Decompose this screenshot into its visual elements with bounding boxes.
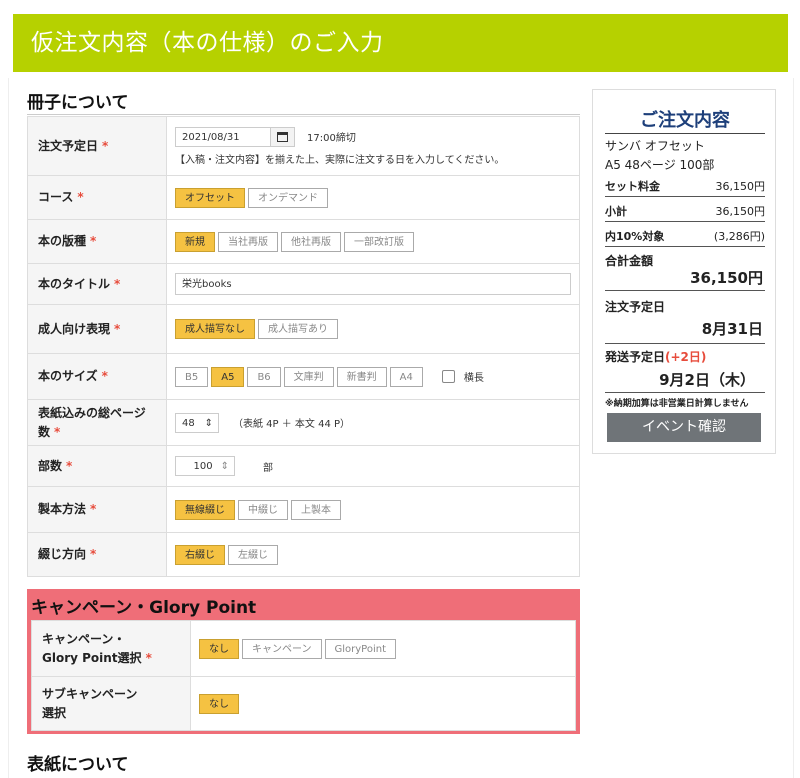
event-check-button[interactable]: イベント確認 bbox=[607, 413, 761, 442]
campaign-table: キャンペーン・ Glory Point選択 * なし キャンペーン GloryPo… bbox=[31, 620, 576, 731]
order-summary-title: ご注文内容 bbox=[605, 106, 765, 134]
campaign-option-campaign[interactable]: キャンペーン bbox=[242, 638, 322, 659]
direction-option-right[interactable]: 右綴じ bbox=[175, 544, 225, 565]
summary-spec: A5 48ページ 100部 bbox=[605, 158, 715, 172]
label-course: コース * bbox=[27, 175, 167, 220]
edition-option-reprint[interactable]: 当社再版 bbox=[218, 231, 278, 252]
section-title-cover: 表紙について bbox=[27, 755, 129, 775]
stepper-icon: ⇕ bbox=[220, 461, 229, 472]
summary-set-price-row: セット料金 36,150円 bbox=[605, 178, 765, 197]
label-size: 本のサイズ * bbox=[27, 353, 167, 400]
summary-order-date-value: 8月31日 bbox=[701, 320, 763, 338]
order-date-input[interactable]: 2021/08/31 bbox=[175, 126, 271, 147]
summary-ship-date: 9月2日（木） bbox=[659, 371, 755, 389]
summary-ship-label: 発送予定日(+2日) bbox=[605, 350, 707, 364]
updown-icon: ⇕ bbox=[204, 417, 213, 429]
direction-option-left[interactable]: 左綴じ bbox=[228, 544, 278, 565]
binding-option-perfect[interactable]: 無線綴じ bbox=[175, 499, 235, 520]
size-option-b5[interactable]: B5 bbox=[175, 366, 209, 387]
adult-option-yes[interactable]: 成人描写あり bbox=[258, 319, 338, 339]
page-header: 仮注文内容（本の仕様）のご入力 bbox=[13, 14, 788, 72]
edition-option-revised[interactable]: 一部改訂版 bbox=[344, 231, 414, 252]
size-option-shinsho[interactable]: 新書判 bbox=[336, 366, 387, 387]
label-direction: 綴じ方向 * bbox=[27, 532, 167, 577]
size-option-b6[interactable]: B6 bbox=[247, 366, 281, 387]
campaign-title: キャンペーン・Glory Point bbox=[31, 598, 257, 618]
section-title-booklet: 冊子について bbox=[27, 88, 580, 115]
binding-option-hardcover[interactable]: 上製本 bbox=[291, 499, 341, 520]
campaign-section: キャンペーン・Glory Point キャンペーン・ Glory Point選択… bbox=[27, 589, 580, 734]
size-option-bunko[interactable]: 文庫判 bbox=[283, 366, 334, 387]
calendar-icon bbox=[277, 131, 288, 142]
label-campaign-select: キャンペーン・ Glory Point選択 * bbox=[31, 620, 191, 677]
summary-total-value: 36,150円 bbox=[690, 269, 763, 287]
label-copies: 部数 * bbox=[27, 445, 167, 487]
label-edition: 本の版種 * bbox=[27, 219, 167, 264]
order-summary: ご注文内容 サンバ オフセット A5 48ページ 100部 セット料金 36,15… bbox=[592, 89, 776, 454]
summary-subtotal-row: 小計 36,150円 bbox=[605, 203, 765, 222]
size-option-a5[interactable]: A5 bbox=[211, 366, 245, 387]
size-option-a4[interactable]: A4 bbox=[389, 366, 423, 387]
summary-note: ※納期加算は非営業日計算しません bbox=[605, 399, 749, 409]
landscape-checkbox[interactable] bbox=[441, 370, 455, 383]
label-title: 本のタイトル * bbox=[27, 263, 167, 305]
pages-note: （表紙 4P ＋ 本文 44 P） bbox=[233, 419, 351, 430]
landscape-label: 横長 bbox=[463, 373, 484, 384]
summary-order-date-label: 注文予定日 bbox=[605, 300, 666, 314]
pages-select[interactable]: 48 ⇕ bbox=[175, 412, 219, 433]
label-order-date: 注文予定日 * bbox=[27, 116, 167, 176]
copies-unit: 部 bbox=[263, 462, 273, 474]
label-sub-campaign: サブキャンペーン 選択 bbox=[31, 676, 191, 731]
label-pages: 表紙込みの総ページ数 * bbox=[27, 399, 167, 446]
label-binding: 製本方法 * bbox=[27, 486, 167, 533]
edition-option-new[interactable]: 新規 bbox=[175, 231, 215, 252]
order-date-note: 【入稿・注文内容】を揃えた上、実際に注文する日を入力してください。 bbox=[175, 154, 505, 166]
deadline-text: 17:00締切 bbox=[307, 133, 356, 144]
campaign-option-glorypoint[interactable]: GloryPoint bbox=[324, 638, 397, 659]
summary-tax-row: 内10%対象 (3,286円) bbox=[605, 228, 765, 247]
label-adult: 成人向け表現 * bbox=[27, 304, 167, 354]
edition-option-other-reprint[interactable]: 他社再版 bbox=[281, 231, 341, 252]
calendar-button[interactable] bbox=[271, 126, 295, 147]
course-option-ondemand[interactable]: オンデマンド bbox=[248, 187, 328, 208]
summary-product: サンバ オフセット bbox=[605, 139, 705, 153]
sub-campaign-option-none[interactable]: なし bbox=[199, 693, 239, 714]
booklet-form: 注文予定日 * 2021/08/31 17:00締切 【入稿・注文内容】を揃えた上… bbox=[27, 116, 580, 577]
binding-option-saddle[interactable]: 中綴じ bbox=[238, 499, 288, 520]
summary-total-label: 合計金額 bbox=[605, 254, 654, 268]
campaign-option-none[interactable]: なし bbox=[199, 638, 239, 659]
copies-stepper[interactable]: 100 ⇕ bbox=[175, 456, 235, 476]
title-input[interactable]: 栄光books bbox=[175, 273, 571, 295]
adult-option-none[interactable]: 成人描写なし bbox=[175, 319, 255, 339]
course-option-offset[interactable]: オフセット bbox=[175, 187, 245, 208]
